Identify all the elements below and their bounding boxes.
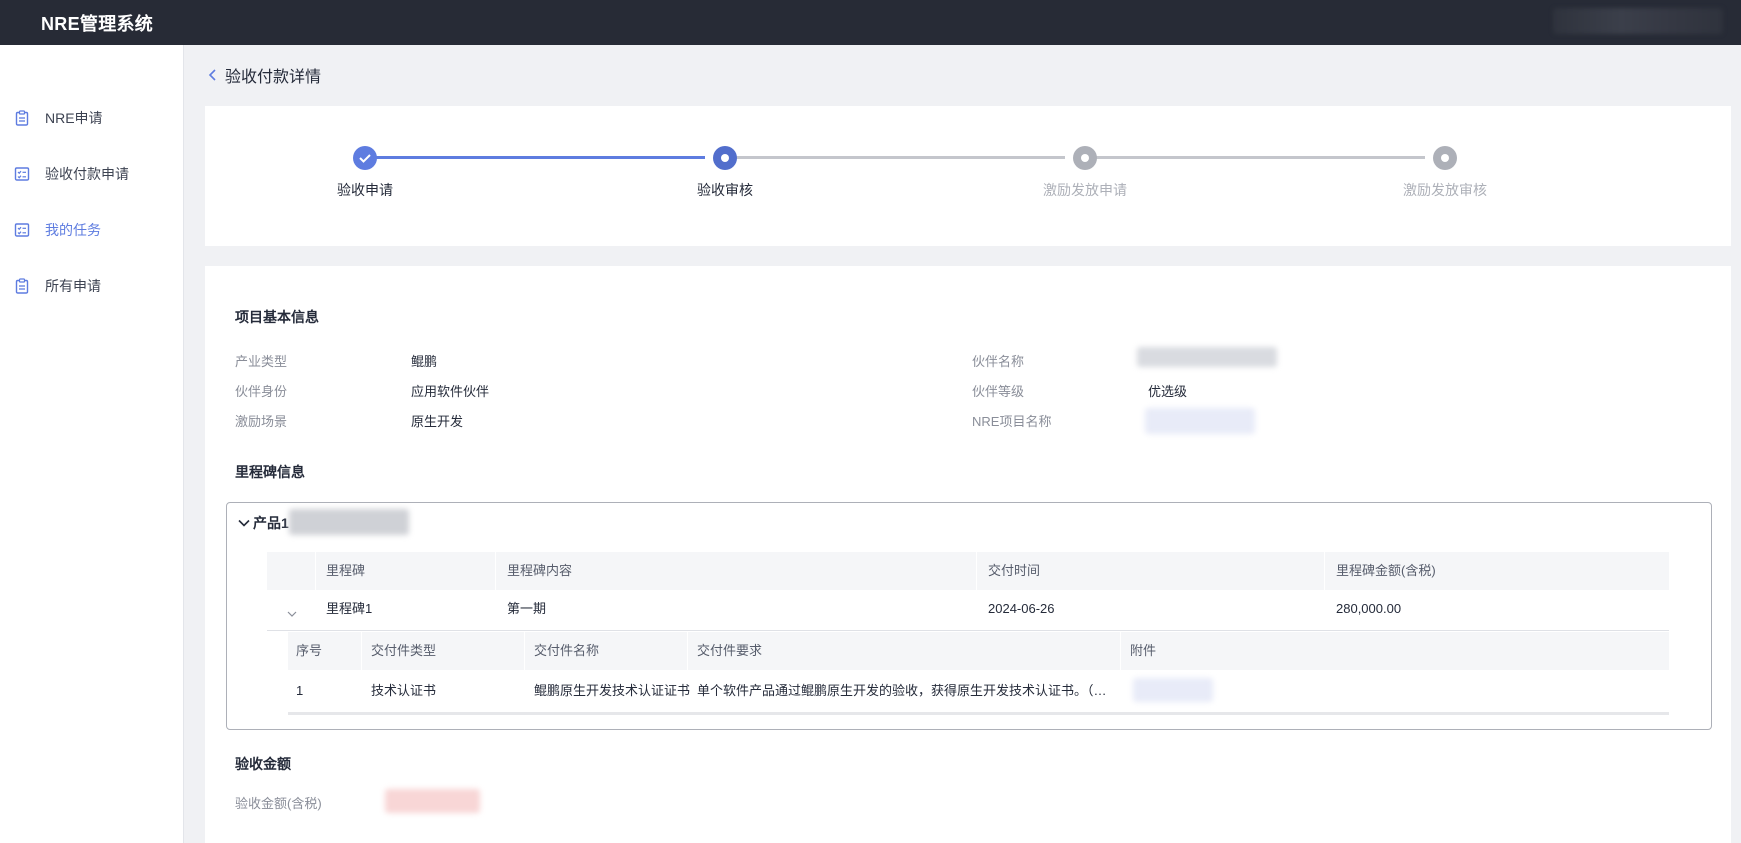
step-done-icon (353, 146, 377, 170)
step-label: 激励发放申请 (1043, 182, 1127, 198)
sidebar: NRE申请 验收付款申请 我的任务 所有申请 (0, 45, 184, 843)
deliverable-table-header: 序号 交付件类型 交付件名称 交付件要求 附件 (288, 632, 1669, 670)
section-title-basic-info: 项目基本信息 (235, 309, 319, 325)
sidebar-item-label: 我的任务 (45, 222, 101, 238)
detail-card: 项目基本信息 产业类型 鲲鹏 伙伴身份 应用软件伙伴 激励场景 原生开发 伙伴名… (205, 266, 1731, 843)
column-header: 交付件要求 (697, 643, 763, 658)
step-connector (725, 156, 1065, 159)
column-divider (1324, 552, 1325, 590)
field-label: 产业类型 (235, 354, 288, 369)
product-name-redacted (289, 509, 409, 535)
product-toggle[interactable]: 产品1 (237, 513, 289, 533)
row-divider (267, 630, 1669, 631)
step-label: 验收审核 (697, 182, 753, 198)
progress-steps: 验收申请 验收审核 激励发放申请 激励发放审核 (205, 106, 1731, 246)
milestone-table-header: 里程碑 里程碑内容 交付时间 里程碑金额(含税) (267, 552, 1669, 590)
field-value: 应用软件伙伴 (411, 384, 490, 399)
column-header: 序号 (296, 643, 323, 658)
column-header: 交付时间 (988, 563, 1041, 578)
column-header: 交付件名称 (534, 643, 600, 658)
chevron-down-icon (238, 519, 250, 527)
column-divider (1120, 632, 1121, 670)
step-label: 激励发放审核 (1403, 182, 1487, 198)
field-label: NRE项目名称 (972, 414, 1052, 429)
deliverable-requirement: 单个软件产品通过鲲鹏原生开发的验收，获得原生开发技术认证书。（举证材料：鲲鹏原生… (697, 683, 1117, 698)
chevron-left-icon (208, 69, 216, 81)
milestone-name: 里程碑1 (326, 601, 373, 616)
sidebar-item-label: 验收付款申请 (45, 166, 129, 182)
column-divider (524, 632, 525, 670)
user-info-redacted[interactable] (1553, 8, 1723, 34)
back-link[interactable]: 验收付款详情 (207, 63, 321, 87)
clipboard-icon (15, 110, 29, 126)
step-connector (1085, 156, 1425, 159)
sidebar-item-nre-apply[interactable]: NRE申请 (0, 98, 184, 138)
field-label: 伙伴等级 (972, 384, 1025, 399)
milestone-content: 第一期 (507, 601, 547, 616)
nre-project-name-redacted[interactable] (1145, 408, 1255, 434)
partner-name-redacted (1137, 347, 1277, 367)
row-expand-icon[interactable] (286, 608, 298, 620)
deliverable-index: 1 (296, 683, 304, 698)
field-label: 激励场景 (235, 414, 288, 429)
section-title-acceptance-amount: 验收金额 (235, 756, 291, 772)
field-label: 伙伴名称 (972, 354, 1025, 369)
step-pending-icon (1433, 146, 1457, 170)
column-divider (361, 632, 362, 670)
column-header: 里程碑金额(含税) (1336, 563, 1436, 578)
top-bar: NRE管理系统 (0, 0, 1741, 45)
sidebar-item-all-applications[interactable]: 所有申请 (0, 266, 184, 306)
page-title: 验收付款详情 (225, 69, 322, 86)
app-title: NRE管理系统 (41, 14, 154, 34)
column-divider (687, 632, 688, 670)
step-pending-icon (1073, 146, 1097, 170)
main-content: 验收付款详情 验收申请 验收审核 激励发放申请 激励发放审核 项目基本信息 产业… (185, 45, 1741, 843)
column-header: 附件 (1130, 643, 1157, 658)
field-value: 原生开发 (411, 414, 464, 429)
column-header: 里程碑 (326, 563, 366, 578)
sidebar-item-label: NRE申请 (45, 110, 103, 126)
field-value: 鲲鹏 (411, 354, 438, 369)
product-panel: 产品1 里程碑 里程碑内容 交付时间 里程碑金额(含税) 里程碑1 第一期 20… (226, 502, 1712, 730)
deliverable-type: 技术认证书 (371, 683, 437, 698)
step-connector-done (365, 156, 705, 159)
section-title-milestones: 里程碑信息 (235, 464, 305, 480)
table-bottom-border (288, 712, 1669, 715)
column-header: 交付件类型 (371, 643, 437, 658)
column-header: 里程碑内容 (507, 563, 573, 578)
clipboard-icon (15, 278, 29, 294)
step-current-icon (713, 146, 737, 170)
checklist-icon (14, 223, 30, 237)
deliverable-name: 鲲鹏原生开发技术认证证书 (534, 683, 691, 698)
attachment-link-redacted[interactable] (1133, 678, 1213, 702)
field-label: 验收金额(含税) (235, 796, 322, 811)
acceptance-amount-redacted (385, 789, 480, 813)
checklist-icon (14, 167, 30, 181)
sidebar-item-my-tasks[interactable]: 我的任务 (0, 210, 184, 250)
field-value: 优选级 (1148, 384, 1188, 399)
column-divider (495, 552, 496, 590)
milestone-amount: 280,000.00 (1336, 601, 1402, 616)
sidebar-item-label: 所有申请 (45, 278, 101, 294)
column-divider (315, 552, 316, 590)
column-divider (976, 552, 977, 590)
step-label: 验收申请 (337, 182, 393, 198)
product-title: 产品1 (253, 515, 289, 531)
milestone-date: 2024-06-26 (988, 601, 1055, 616)
sidebar-item-acceptance-payment[interactable]: 验收付款申请 (0, 154, 184, 194)
field-label: 伙伴身份 (235, 384, 288, 399)
